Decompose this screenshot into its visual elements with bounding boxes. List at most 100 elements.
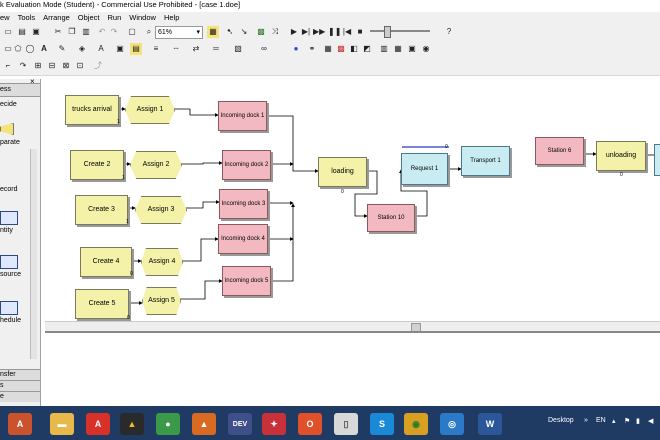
taskbar-arena[interactable]: A (8, 413, 32, 435)
panel-advanced-transfer[interactable]: nsfer (0, 369, 40, 380)
segment-icon[interactable]: ↷ (17, 60, 29, 72)
fill-color-icon[interactable]: ◈ (76, 43, 88, 55)
menu-window[interactable]: Window (129, 12, 156, 24)
resource-icon[interactable]: ▦ (392, 43, 404, 55)
open-icon[interactable]: ▤ (16, 26, 28, 38)
panel-reports[interactable]: s (0, 380, 40, 391)
next-module-partial[interactable] (654, 144, 660, 176)
process-module-incoming-dock-1[interactable]: Incoming dock 1 (218, 101, 267, 131)
close-icon[interactable]: × (30, 79, 35, 86)
connector-style-icon[interactable]: ∞ (258, 43, 270, 55)
process-module-loading[interactable]: loading (318, 157, 367, 187)
connector-icon[interactable]: ↘ (238, 26, 250, 38)
taskbar-red-app[interactable]: ✦ (262, 413, 286, 435)
copy-icon[interactable]: ❐ (66, 26, 78, 38)
chevron-up-icon[interactable]: » (584, 417, 588, 424)
speed-slider[interactable] (370, 30, 430, 32)
save-icon[interactable]: ▣ (30, 26, 42, 38)
volume-icon[interactable]: ◀ (648, 417, 653, 425)
taskbar-dev-cpp[interactable]: DEV (228, 413, 252, 435)
help-icon[interactable]: ? (443, 26, 455, 38)
taskbar-word[interactable]: W (478, 413, 502, 435)
create-module-trucks-arrival[interactable]: trucks arrival (65, 95, 119, 125)
global-icon[interactable]: ▣ (406, 43, 418, 55)
line-width-icon[interactable]: ≡ (150, 43, 162, 55)
arrow-style-icon[interactable]: ⇄ (190, 43, 202, 55)
taskbar-file-explorer[interactable]: ▬ (50, 413, 74, 435)
assign-module-1[interactable]: Assign 1 (125, 96, 175, 124)
taskbar-notes[interactable]: ▯ (334, 413, 358, 435)
desktop-toolbar-label[interactable]: Desktop (548, 417, 574, 424)
speed-slider-thumb[interactable] (384, 26, 391, 38)
line-pattern-icon[interactable]: ═ (210, 43, 222, 55)
stop-icon[interactable]: ■ (354, 26, 366, 38)
chevron-up-icon[interactable]: ▴ (612, 417, 616, 425)
menu-arrange[interactable]: Arrange (43, 12, 70, 24)
storage-icon[interactable]: ⚭ (306, 43, 318, 55)
process-module-incoming-dock-3[interactable]: Incoming dock 3 (219, 189, 268, 219)
process-module-incoming-dock-4[interactable]: Incoming dock 4 (218, 224, 268, 254)
panel-navigate[interactable]: e (0, 391, 40, 402)
create-module-create-3[interactable]: Create 3 (75, 195, 128, 225)
connect-icon[interactable]: ➷ (224, 26, 236, 38)
animate-icon[interactable]: ▩ (255, 26, 267, 38)
station-module-6[interactable]: Station 6 (535, 137, 584, 165)
text-color-icon[interactable]: A (95, 43, 107, 55)
assign-module-3[interactable]: Assign 3 (135, 196, 187, 224)
step-icon[interactable]: ▶| (300, 26, 312, 38)
intersection-icon[interactable]: ⊟ (46, 60, 58, 72)
transporter-icon[interactable]: ◧ (348, 43, 360, 55)
menu-run[interactable]: Run (107, 12, 121, 24)
assign-module-4[interactable]: Assign 4 (141, 248, 183, 276)
menu-tools[interactable]: Tools (18, 12, 36, 24)
spreadsheet-view[interactable] (45, 331, 660, 408)
menu-help[interactable]: Help (164, 12, 179, 24)
pause-icon[interactable]: ❚❚ (328, 26, 341, 38)
zoom-select[interactable]: 61% ▾ (155, 26, 203, 39)
create-module-create-2[interactable]: Create 2 (70, 150, 124, 180)
fast-forward-icon[interactable]: ▶▶ (313, 26, 325, 38)
polygon-icon[interactable]: ⬠ (12, 43, 24, 55)
layers-icon[interactable]: ▢ (126, 26, 138, 38)
model-window[interactable]: trucks arrival 1 Assign 1 Incoming dock … (45, 79, 660, 325)
line-color-icon[interactable]: ✎ (56, 43, 68, 55)
plot-icon[interactable]: ◩ (361, 43, 373, 55)
taskbar-green-app[interactable]: ● (156, 413, 180, 435)
undo-icon[interactable]: ↶ (96, 26, 108, 38)
seize-icon[interactable]: ▦ (322, 43, 334, 55)
taskbar-globe[interactable]: ◎ (440, 413, 464, 435)
project-bar-scrollbar[interactable] (30, 149, 37, 359)
flag-icon[interactable]: ⚑ (624, 417, 630, 425)
assign-module-2[interactable]: Assign 2 (130, 151, 182, 179)
new-icon[interactable]: ▭ (2, 26, 14, 38)
submodel-icon[interactable]: ▦ (207, 26, 219, 38)
taskbar-chrome[interactable]: ◉ (404, 413, 428, 435)
menu-view[interactable]: ew (0, 12, 10, 24)
taskbar-skype[interactable]: S (370, 413, 394, 435)
promote-path-icon[interactable]: ⤴ (92, 60, 104, 72)
taskbar-matlab[interactable]: ▲ (192, 413, 216, 435)
path-icon[interactable]: ⊠ (60, 60, 72, 72)
taskbar-archicad[interactable]: ▲ (120, 413, 144, 435)
request-module-1[interactable]: Request 1 (401, 153, 448, 185)
taskbar-acrobat[interactable]: A (86, 413, 110, 435)
process-module-unloading[interactable]: unloading (596, 141, 646, 171)
parking-icon[interactable]: ▩ (335, 43, 347, 55)
paste-icon[interactable]: ▥ (80, 26, 92, 38)
transport-module-1[interactable]: Transport 1 (461, 146, 510, 176)
network-icon[interactable]: ⊡ (74, 60, 86, 72)
start-over-icon[interactable]: |◀ (341, 26, 353, 38)
play-icon[interactable]: ▶ (288, 26, 300, 38)
animate-connector-icon[interactable]: ⤨ (269, 26, 281, 38)
create-module-create-5[interactable]: Create 5 (75, 289, 129, 319)
assign-module-5[interactable]: Assign 5 (142, 287, 181, 315)
menu-object[interactable]: Object (78, 12, 100, 24)
entity-picture-icon[interactable]: ◉ (420, 43, 432, 55)
process-module-incoming-dock-2[interactable]: Incoming dock 2 (222, 150, 271, 180)
process-module-incoming-dock-5[interactable]: Incoming dock 5 (222, 266, 271, 296)
fill-pattern-icon[interactable]: ▧ (232, 43, 244, 55)
line-style-icon[interactable]: ┄ (170, 43, 182, 55)
queue-icon[interactable]: ● (290, 43, 302, 55)
window-background-icon[interactable]: ▣ (114, 43, 126, 55)
language-indicator[interactable]: EN (596, 417, 606, 424)
